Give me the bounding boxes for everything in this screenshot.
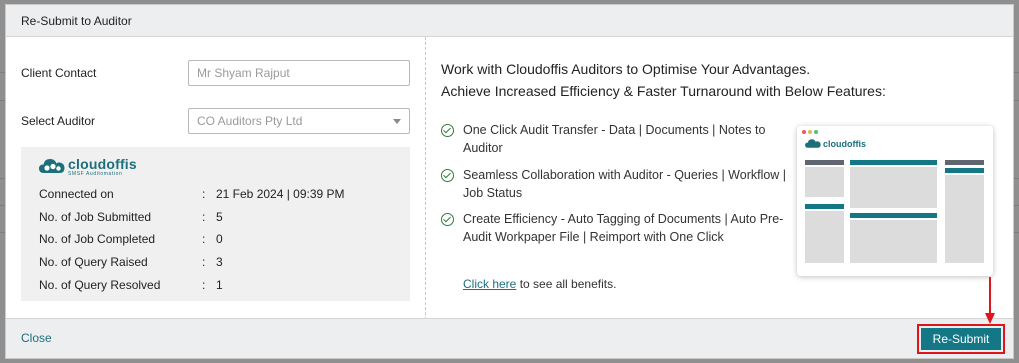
benefits-line: Click here to see all benefits. [463,277,616,291]
close-link[interactable]: Close [21,331,52,345]
stat-label: No. of Job Completed [39,232,156,247]
left-panel: Client Contact Mr Shyam Rajput Select Au… [6,37,426,320]
select-auditor-dropdown[interactable]: CO Auditors Pty Ltd [188,108,410,134]
cloudoffis-logo: cloudoffis SMSF Auditomation [39,157,410,183]
dialog-header: Re-Submit to Auditor [6,5,1013,37]
stat-value: 5 [216,209,223,224]
select-auditor-value: CO Auditors Pty Ltd [197,114,303,128]
select-auditor-row: Select Auditor CO Auditors Pty Ltd [21,108,410,134]
stat-row: Connected on : 21 Feb 2024 | 09:39 PM [39,187,345,202]
logo-name: cloudoffis [68,156,137,172]
stat-value: 3 [216,255,223,270]
stat-value: 21 Feb 2024 | 09:39 PM [216,187,345,202]
client-contact-input[interactable]: Mr Shyam Rajput [188,60,410,86]
feature-item: Create Efficiency - Auto Tagging of Docu… [441,210,791,246]
preview-logo-name: cloudoffis [823,138,866,149]
client-contact-label: Client Contact [21,66,97,80]
stat-row: No. of Query Resolved : 1 [39,277,223,292]
resubmit-dialog: Re-Submit to Auditor Client Contact Mr S… [5,4,1014,359]
stat-label: No. of Job Submitted [39,209,152,224]
stat-value: 0 [216,232,223,247]
check-circle-icon [441,213,454,226]
resubmit-highlight: Re-Submit [917,324,1005,354]
dialog-footer: Close Re-Submit [6,318,1013,358]
stat-row: No. of Query Raised : 3 [39,255,223,270]
promo-heading-2: Achieve Increased Efficiency & Faster Tu… [441,83,886,99]
auditor-stats-panel: cloudoffis SMSF Auditomation Connected o… [21,147,410,301]
app-preview-image: cloudoffis [797,126,993,276]
stat-label: Connected on [39,187,114,202]
feature-text: Create Efficiency - Auto Tagging of Docu… [463,212,784,244]
arrow-down-icon [985,277,995,324]
feature-item: Seamless Collaboration with Auditor - Qu… [441,166,791,202]
right-panel: Work with Cloudoffis Auditors to Optimis… [426,37,1013,320]
benefits-text: to see all benefits. [516,277,617,291]
stat-label: No. of Query Raised [39,255,148,270]
stat-row: No. of Job Completed : 0 [39,232,223,247]
client-contact-placeholder: Mr Shyam Rajput [197,66,290,80]
logo-tagline: SMSF Auditomation [68,171,123,177]
feature-text: Seamless Collaboration with Auditor - Qu… [463,168,787,200]
stat-row: No. of Job Submitted : 5 [39,209,223,224]
client-contact-row: Client Contact Mr Shyam Rajput [21,60,410,86]
check-circle-icon [441,124,454,137]
promo-heading-1: Work with Cloudoffis Auditors to Optimis… [441,61,811,77]
select-auditor-label: Select Auditor [21,114,96,128]
feature-item: One Click Audit Transfer - Data | Docume… [441,121,791,157]
stat-label: No. of Query Resolved [39,277,161,292]
resubmit-button[interactable]: Re-Submit [921,328,1001,350]
stat-value: 1 [216,277,223,292]
feature-text: One Click Audit Transfer - Data | Docume… [463,123,766,155]
check-circle-icon [441,169,454,182]
dialog-body: Client Contact Mr Shyam Rajput Select Au… [6,37,1013,320]
benefits-link[interactable]: Click here [463,277,516,291]
cloud-logo-icon [805,139,821,148]
preview-logo: cloudoffis [805,138,866,149]
dialog-title: Re-Submit to Auditor [21,13,132,28]
cloud-logo-icon [39,159,65,173]
chevron-down-icon [393,118,401,124]
